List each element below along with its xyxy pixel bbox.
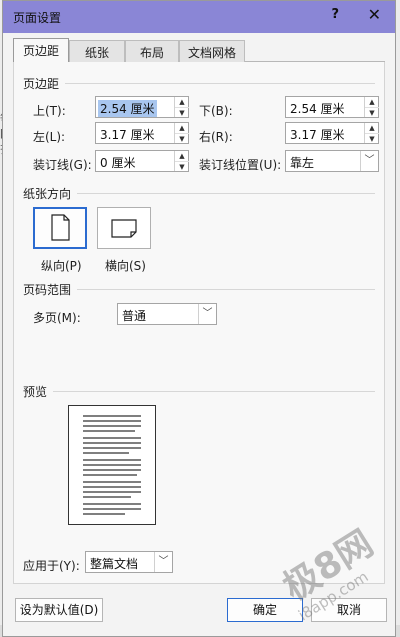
portrait-label[interactable]: 纵向(P) [41,257,82,274]
gutter-position-value: 靠左 [290,156,315,170]
section-divider [65,83,375,84]
spin-arrows-icon[interactable]: ▲ ▼ [364,97,379,117]
section-divider [77,289,375,290]
gutter-label: 装订线(G): [33,158,92,172]
multiple-pages-value: 普通 [122,309,147,323]
apply-to-label: 应用于(Y): [23,559,80,573]
left-margin-spinner[interactable]: 3.17 厘米 ▲ ▼ [95,122,189,144]
chevron-down-icon[interactable]: ﹀ [360,151,378,171]
section-divider [53,391,375,392]
orientation-section-label: 纸张方向 [23,187,72,201]
top-margin-value[interactable]: 2.54 厘米 [98,100,157,117]
section-divider [77,193,375,194]
right-margin-value[interactable]: 3.17 厘米 [290,126,345,143]
portrait-button[interactable] [33,207,87,249]
spin-arrows-icon[interactable]: ▲ ▼ [174,151,189,171]
page-preview [68,405,156,525]
chevron-down-icon[interactable]: ﹀ [198,304,216,324]
bottom-margin-value[interactable]: 2.54 厘米 [290,100,345,117]
tab-margins[interactable]: 页边距 [13,38,69,63]
gutter-position-label: 装订线位置(U): [199,158,282,172]
top-margin-spinner[interactable]: 2.54 厘米 ▲ ▼ [95,96,189,118]
bottom-margin-label: 下(B): [199,104,233,118]
margins-section-label: 页边距 [23,77,60,91]
gutter-value[interactable]: 0 厘米 [100,154,135,171]
gutter-spinner[interactable]: 0 厘米 ▲ ▼ [95,150,189,172]
pages-section-label: 页码范围 [23,283,72,297]
right-margin-label: 右(R): [199,130,233,144]
landscape-page-icon [111,219,137,238]
multiple-pages-select[interactable]: 普通 ﹀ [117,303,217,325]
right-margin-spinner[interactable]: 3.17 厘米 ▲ ▼ [285,122,379,144]
left-margin-label: 左(L): [33,130,66,144]
spin-arrows-icon[interactable]: ▲ ▼ [174,97,189,117]
portrait-page-icon [51,214,70,241]
title-bar[interactable]: 页面设置 ? ✕ [3,1,395,33]
left-margin-value[interactable]: 3.17 厘米 [100,126,155,143]
multiple-pages-label: 多页(M): [33,311,81,325]
set-default-button[interactable]: 设为默认值(D) [15,598,103,622]
question-icon[interactable]: ? [331,7,339,22]
preview-section-label: 预览 [23,385,48,399]
top-margin-label: 上(T): [33,104,66,118]
site-watermark: 极8网 i8app.com [264,523,384,625]
close-icon[interactable]: ✕ [368,5,381,24]
spin-arrows-icon[interactable]: ▲ ▼ [174,123,189,143]
gutter-position-select[interactable]: 靠左 ﹀ [285,150,379,172]
dialog-title: 页面设置 [13,11,62,25]
bottom-margin-spinner[interactable]: 2.54 厘米 ▲ ▼ [285,96,379,118]
spin-arrows-icon[interactable]: ▲ ▼ [364,123,379,143]
tab-layout[interactable]: 布局 [125,40,179,62]
landscape-button[interactable] [97,207,151,249]
landscape-label[interactable]: 横向(S) [105,257,146,274]
apply-to-select[interactable]: 整篇文档 ﹀ [85,551,173,573]
tab-document-grid[interactable]: 文档网格 [179,40,245,62]
tab-paper[interactable]: 纸张 [69,40,125,62]
preview-text-lines [83,415,141,515]
apply-to-value: 整篇文档 [90,557,139,571]
chevron-down-icon[interactable]: ﹀ [154,552,172,572]
